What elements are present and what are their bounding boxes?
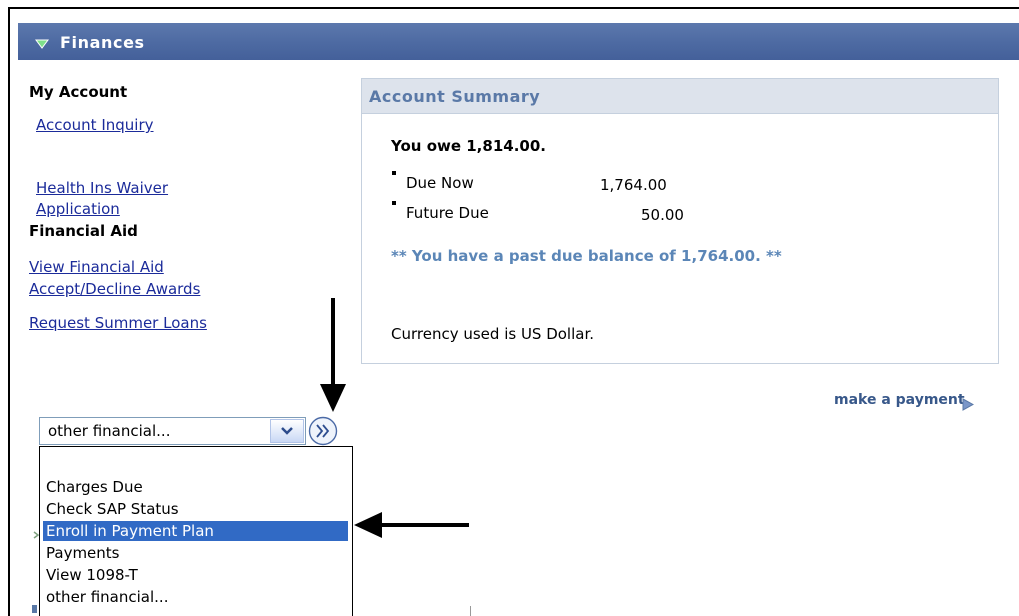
option-enroll-in-payment-plan[interactable]: Enroll in Payment Plan xyxy=(43,521,348,541)
select-value: other financial... xyxy=(48,422,171,440)
bullet-icon xyxy=(392,171,396,175)
triangle-down-icon[interactable] xyxy=(35,34,49,53)
view-financial-aid-link[interactable]: View Financial Aid xyxy=(29,257,164,277)
account-summary-panel: Account Summary You owe 1,814.00. Due No… xyxy=(361,78,999,364)
future-due-amount: 50.00 xyxy=(641,206,684,224)
triangle-right-icon[interactable] xyxy=(962,396,975,415)
other-financial-select[interactable]: other financial... xyxy=(39,417,306,445)
option-charges-due[interactable]: Charges Due xyxy=(43,477,348,497)
health-ins-waiver-link-line2[interactable]: Application xyxy=(36,199,120,219)
account-summary-header: Account Summary xyxy=(362,79,998,114)
due-now-amount: 1,764.00 xyxy=(600,176,667,194)
make-payment-link[interactable]: make a payment xyxy=(834,392,965,408)
past-due-notice: ** You have a past due balance of 1,764.… xyxy=(391,247,782,265)
health-ins-waiver-link[interactable]: Health Ins Waiver xyxy=(36,178,168,198)
hidden-link-fragment xyxy=(32,605,37,613)
request-summer-loans-link[interactable]: Request Summer Loans xyxy=(29,313,207,333)
option-other-financial[interactable]: other financial... xyxy=(43,587,348,607)
option-view-1098-t[interactable]: View 1098-T xyxy=(43,565,348,585)
arrow-icon xyxy=(320,298,346,412)
bullet-icon xyxy=(392,201,396,205)
finances-header[interactable]: Finances xyxy=(18,23,1019,60)
chevron-down-icon xyxy=(281,427,293,435)
future-due-label: Future Due xyxy=(406,204,489,222)
select-dropdown-button[interactable] xyxy=(270,419,304,443)
hidden-icon-fragment xyxy=(33,531,39,539)
account-summary-title: Account Summary xyxy=(369,87,541,106)
option-check-sap-status[interactable]: Check SAP Status xyxy=(43,499,348,519)
double-chevron-right-icon[interactable] xyxy=(308,416,338,446)
financial-aid-heading: Financial Aid xyxy=(29,222,138,240)
due-now-label: Due Now xyxy=(406,174,474,192)
amount-owed: You owe 1,814.00. xyxy=(391,137,546,155)
arrow-icon xyxy=(354,512,469,538)
currency-note: Currency used is US Dollar. xyxy=(391,325,595,343)
finances-title: Finances xyxy=(60,33,145,52)
accept-decline-awards-link[interactable]: Accept/Decline Awards xyxy=(29,279,200,299)
other-financial-options-list[interactable]: Charges Due Check SAP Status Enroll in P… xyxy=(39,446,353,616)
account-inquiry-link[interactable]: Account Inquiry xyxy=(36,115,154,135)
option-payments[interactable]: Payments xyxy=(43,543,348,563)
divider xyxy=(470,606,471,616)
my-account-heading: My Account xyxy=(29,83,128,101)
